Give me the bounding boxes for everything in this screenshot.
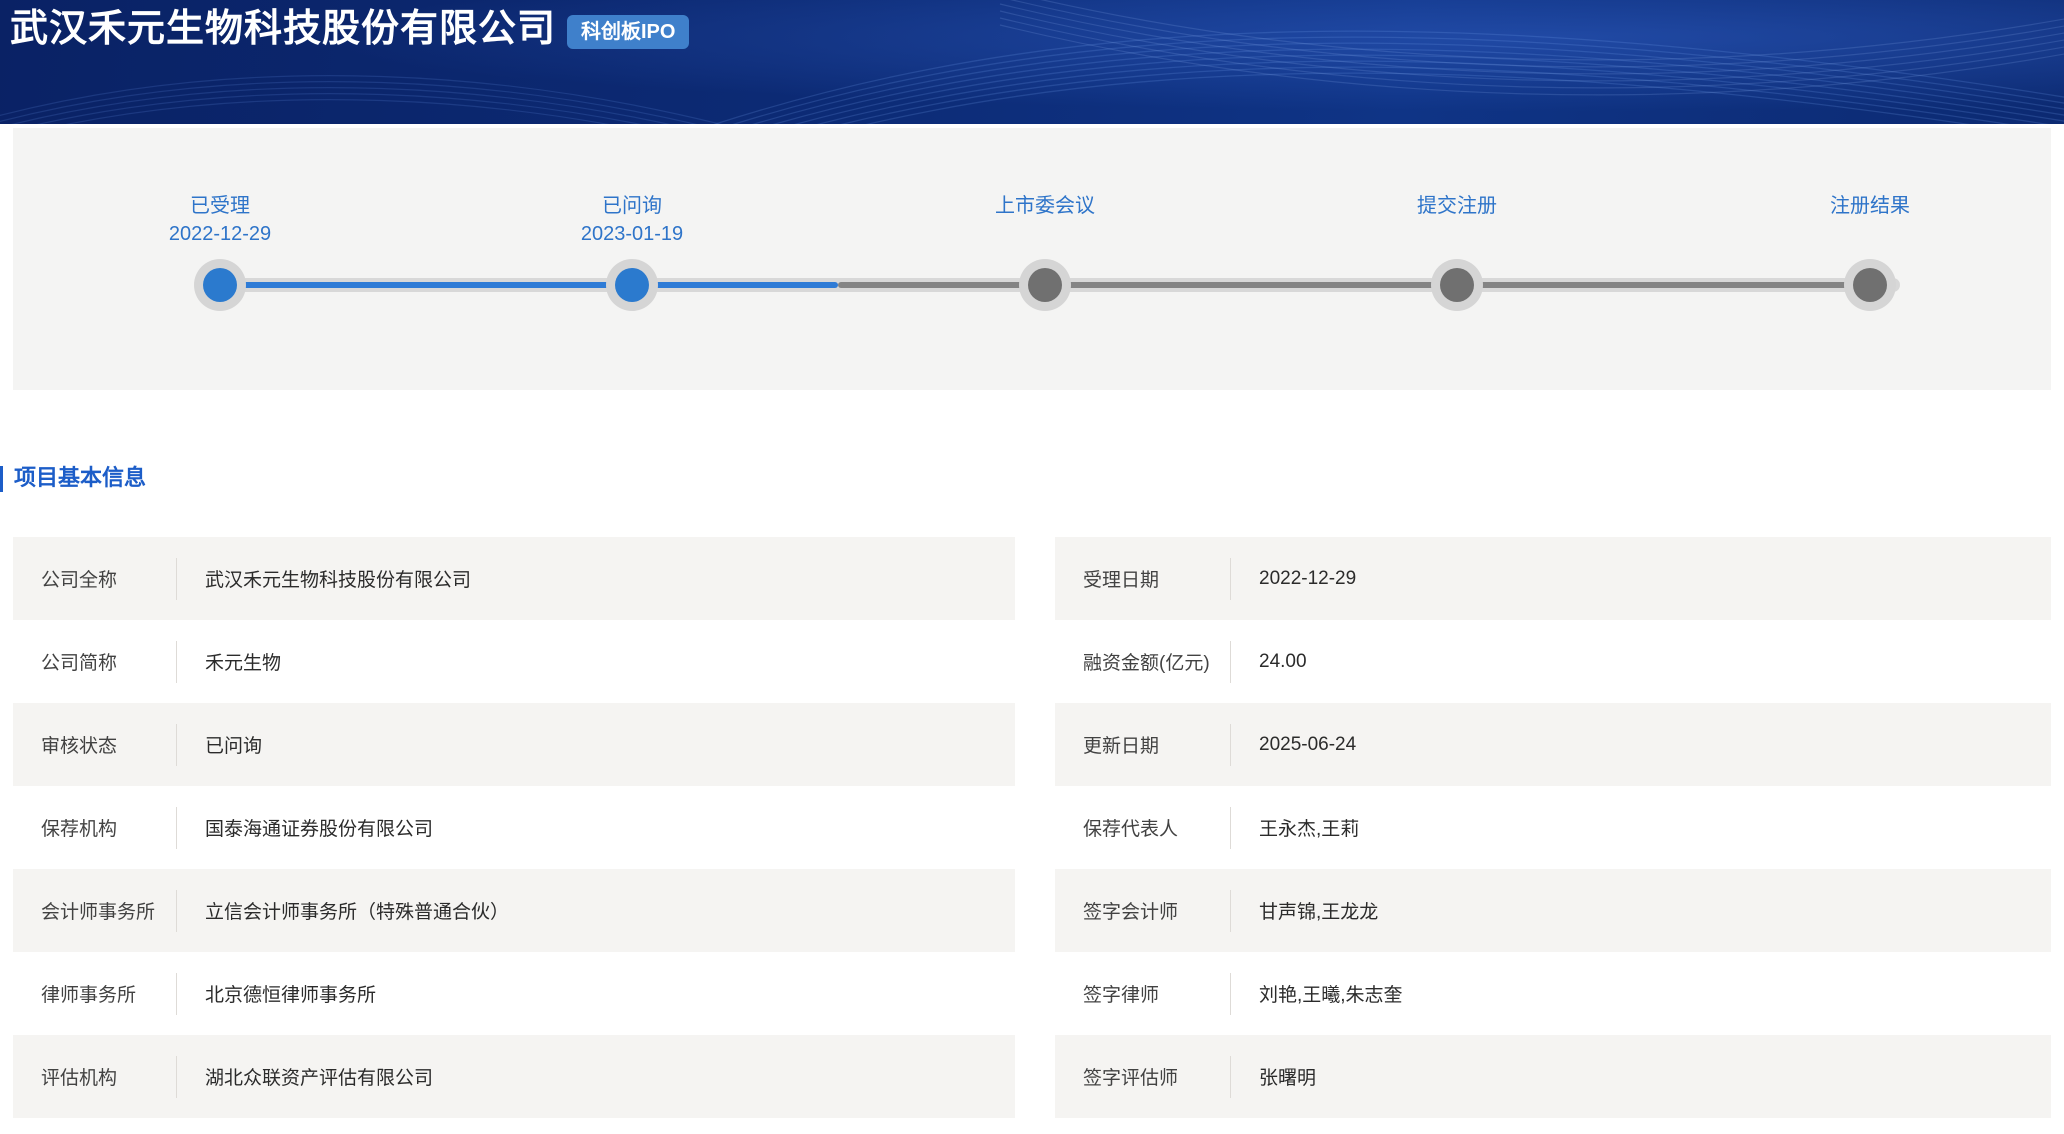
info-row-accounting-firm: 会计师事务所 立信会计师事务所（特殊普通合伙） — [13, 869, 1015, 952]
info-row-signing-lawyers: 签字律师 刘艳,王曦,朱志奎 — [1055, 952, 2051, 1035]
label-value-divider — [176, 972, 177, 1015]
info-label: 更新日期 — [1083, 736, 1160, 757]
step-label: 注册结果 — [1830, 195, 1910, 217]
step-label: 已受理 — [190, 195, 250, 217]
timeline-step-committee-meeting: 上市委会议 — [839, 192, 1251, 220]
info-value: 张曙明 — [1259, 1068, 1317, 1089]
info-value: 2022-12-29 — [1259, 567, 1357, 589]
info-value: 王永杰,王莉 — [1259, 819, 1360, 840]
info-row-law-firm: 律师事务所 北京德恒律师事务所 — [13, 952, 1015, 1035]
info-label: 会计师事务所 — [41, 902, 156, 923]
step-label: 已问询 — [602, 195, 662, 217]
label-value-divider — [1230, 723, 1231, 766]
info-value: 禾元生物 — [205, 653, 282, 674]
info-value: 国泰海通证券股份有限公司 — [205, 819, 434, 840]
info-value: 立信会计师事务所（特殊普通合伙） — [205, 902, 510, 923]
step-date: 2022-12-29 — [168, 223, 272, 245]
info-row-full-name: 公司全称 武汉禾元生物科技股份有限公司 — [13, 537, 1015, 620]
step-node-inquired-icon — [606, 259, 658, 311]
info-row-appraisal-agency: 评估机构 湖北众联资产评估有限公司 — [13, 1035, 1015, 1118]
info-row-financing-amount: 融资金额(亿元) 24.00 — [1055, 620, 2051, 703]
info-label: 评估机构 — [41, 1068, 118, 1089]
info-value: 24.00 — [1259, 650, 1307, 672]
info-row-sponsor: 保荐机构 国泰海通证券股份有限公司 — [13, 786, 1015, 869]
label-value-divider — [1230, 640, 1231, 683]
label-value-divider — [1230, 889, 1231, 932]
info-label: 签字会计师 — [1083, 902, 1179, 923]
step-node-accepted-icon — [194, 259, 246, 311]
info-value: 湖北众联资产评估有限公司 — [205, 1068, 434, 1089]
info-value: 已问询 — [205, 736, 263, 757]
step-date: 2023-01-19 — [580, 223, 684, 245]
basic-info-left-column: 公司全称 武汉禾元生物科技股份有限公司 公司简称 禾元生物 审核状态 已问询 保… — [13, 537, 1015, 1118]
info-value: 2025-06-24 — [1259, 733, 1357, 755]
timeline-step-inquired: 已问询 2023-01-19 — [426, 192, 838, 248]
info-label: 公司全称 — [41, 570, 118, 591]
label-value-divider — [176, 1055, 177, 1098]
label-value-divider — [1230, 972, 1231, 1015]
info-value: 甘声锦,王龙龙 — [1259, 902, 1379, 923]
info-label: 保荐代表人 — [1083, 819, 1179, 840]
ipo-project-page: 武汉禾元生物科技股份有限公司 科创板IPO 已受理 2022-12-29 已问询… — [0, 0, 2064, 1134]
step-node-result-icon — [1844, 259, 1896, 311]
info-label: 公司简称 — [41, 653, 118, 674]
step-node-submit-icon — [1431, 259, 1483, 311]
step-node-committee-icon — [1019, 259, 1071, 311]
label-value-divider — [176, 723, 177, 766]
label-value-divider — [176, 557, 177, 600]
info-row-signing-appraiser: 签字评估师 张曙明 — [1055, 1035, 2051, 1118]
label-value-divider — [1230, 806, 1231, 849]
info-row-acceptance-date: 受理日期 2022-12-29 — [1055, 537, 2051, 620]
info-row-signing-accountants: 签字会计师 甘声锦,王龙龙 — [1055, 869, 2051, 952]
section-title: 项目基本信息 — [14, 465, 147, 490]
timeline-step-registration-result: 注册结果 — [1664, 192, 2064, 220]
step-label: 上市委会议 — [995, 195, 1095, 217]
label-value-divider — [1230, 557, 1231, 600]
timeline-step-accepted: 已受理 2022-12-29 — [14, 192, 426, 248]
info-label: 受理日期 — [1083, 570, 1160, 591]
page-header: 武汉禾元生物科技股份有限公司 科创板IPO — [0, 0, 2064, 124]
info-value: 刘艳,王曦,朱志奎 — [1259, 985, 1403, 1006]
info-row-sponsor-representatives: 保荐代表人 王永杰,王莉 — [1055, 786, 2051, 869]
info-label: 保荐机构 — [41, 819, 118, 840]
label-value-divider — [176, 640, 177, 683]
info-label: 融资金额(亿元) — [1083, 653, 1210, 674]
step-label: 提交注册 — [1417, 195, 1497, 217]
label-value-divider — [1230, 1055, 1231, 1098]
timeline-progress-done — [213, 282, 838, 288]
info-value: 武汉禾元生物科技股份有限公司 — [205, 570, 472, 591]
info-row-short-name: 公司简称 禾元生物 — [13, 620, 1015, 703]
section-accent-bar — [0, 466, 3, 492]
info-label: 签字评估师 — [1083, 1068, 1179, 1089]
timeline-step-submit-registration: 提交注册 — [1251, 192, 1663, 220]
info-row-update-date: 更新日期 2025-06-24 — [1055, 703, 2051, 786]
info-label: 签字律师 — [1083, 985, 1160, 1006]
market-board-badge: 科创板IPO — [567, 15, 690, 49]
timeline-progress-remaining — [838, 282, 1873, 288]
label-value-divider — [176, 806, 177, 849]
company-title: 武汉禾元生物科技股份有限公司 — [10, 8, 557, 50]
ipo-progress-timeline: 已受理 2022-12-29 已问询 2023-01-19 上市委会议 提交注册… — [13, 128, 2051, 390]
info-label: 审核状态 — [41, 736, 118, 757]
info-label: 律师事务所 — [41, 985, 137, 1006]
basic-info-right-column: 受理日期 2022-12-29 融资金额(亿元) 24.00 更新日期 2025… — [1055, 537, 2051, 1118]
label-value-divider — [176, 889, 177, 932]
info-value: 北京德恒律师事务所 — [205, 985, 377, 1006]
info-row-review-status: 审核状态 已问询 — [13, 703, 1015, 786]
